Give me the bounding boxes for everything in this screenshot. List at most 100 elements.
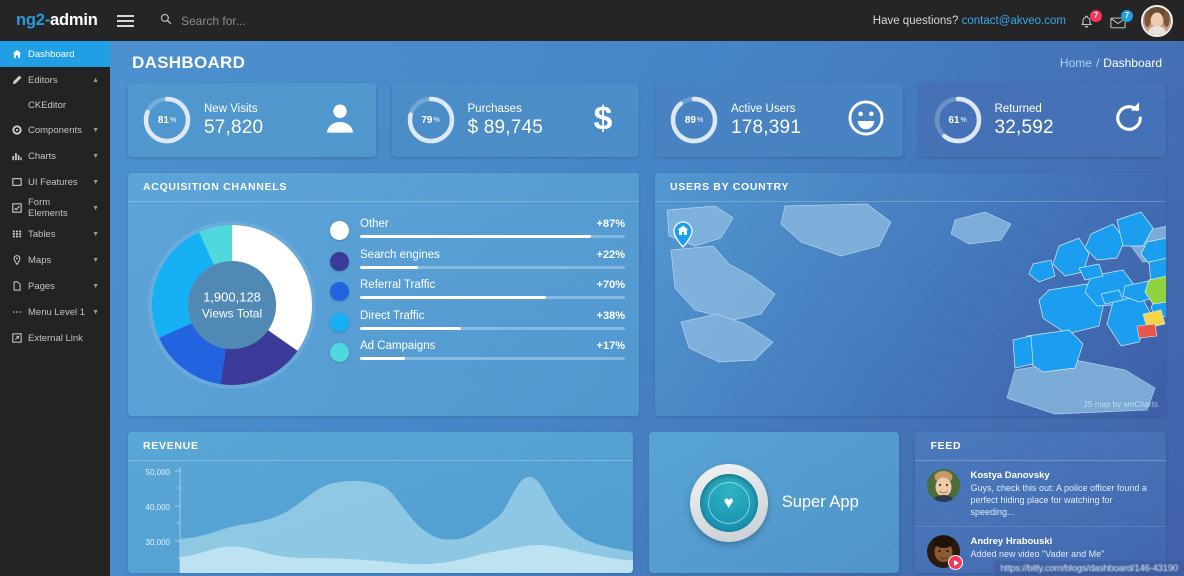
channel-bar-other — [360, 235, 625, 238]
stat-card-new-visits[interactable]: 81% New Visits 57,820 — [128, 83, 376, 157]
channel-row-direct-traffic[interactable]: Direct Traffic +38% — [330, 310, 625, 332]
channel-bar-ad-campaigns — [360, 357, 625, 360]
channel-row-search-engines[interactable]: Search engines +22% — [330, 249, 625, 271]
contact-email-link[interactable]: contact@akveo.com — [962, 15, 1066, 27]
channel-percent-ad-campaigns: +17% — [596, 340, 625, 352]
play-icon[interactable] — [948, 555, 964, 570]
search-input[interactable] — [181, 13, 381, 28]
stat-label-returned: Returned — [994, 102, 1042, 115]
donut-center-label: 1,900,128 Views Total — [202, 289, 262, 322]
percent-number: 79 — [421, 114, 433, 126]
sidebar-item-form-elements[interactable]: Form Elements ▼ — [0, 195, 110, 221]
sidebar-item-maps[interactable]: Maps ▼ — [0, 247, 110, 273]
contact-prompt: Have questions? contact@akveo.com — [873, 15, 1066, 27]
sidebar-label-ui-features: UI Features — [28, 176, 78, 188]
stat-card-active-users[interactable]: 89% Active Users 178,391 — [655, 83, 903, 157]
sidebar-label-components: Components — [28, 124, 82, 136]
sidebar-item-components[interactable]: Components ▼ — [0, 117, 110, 143]
donut-total-value: 1,900,128 — [203, 289, 261, 305]
stat-label-active-users: Active Users — [731, 102, 796, 115]
heart-icon: ♥ — [723, 493, 734, 512]
progress-ring-returned: 61% — [931, 93, 985, 147]
sidebar-subitem-ckeditor[interactable]: CKEditor — [0, 93, 110, 117]
sidebar-item-charts[interactable]: Charts ▼ — [0, 143, 110, 169]
revenue-chart[interactable]: 50,000 40,000 30,000 — [128, 461, 633, 573]
svg-text:$: $ — [594, 100, 613, 136]
avatar — [927, 469, 961, 502]
person-icon — [322, 100, 358, 141]
sidebar-label-external-link: External Link — [28, 332, 83, 344]
channel-row-referral-traffic[interactable]: Referral Traffic +70% — [330, 279, 625, 301]
grid-icon — [12, 229, 28, 239]
chevron-down-icon: ▼ — [92, 230, 99, 238]
donut-total-caption: Views Total — [201, 306, 263, 321]
chevron-down-icon: ▼ — [92, 126, 99, 134]
revenue-panel: REVENUE 50,000 40,000 30,000 — [128, 432, 633, 573]
chevron-down-icon: ▼ — [92, 178, 99, 186]
sidebar-item-tables[interactable]: Tables ▼ — [0, 221, 110, 247]
country-highlight-red — [1136, 323, 1158, 339]
dollar-icon: $ — [585, 99, 621, 141]
percent-number: 81 — [157, 114, 169, 126]
sidebar-label-tables: Tables — [28, 228, 56, 240]
feed-panel-title: FEED — [915, 432, 1166, 461]
breadcrumb-current: Dashboard — [1103, 56, 1162, 70]
channel-dot-search-engines — [330, 251, 349, 271]
stat-percent-new-visits: 81% — [140, 93, 194, 147]
app-logo[interactable]: ng2-admin — [0, 11, 110, 30]
chevron-down-icon: ▼ — [92, 282, 99, 290]
channel-percent-direct-traffic: +38% — [596, 309, 625, 322]
progress-ring-purchases: 79% — [404, 93, 458, 147]
notifications-bell[interactable]: 7 — [1079, 9, 1102, 31]
percent-sign: % — [433, 116, 440, 124]
hamburger-icon[interactable] — [112, 10, 138, 32]
sidebar-item-ui-features[interactable]: UI Features ▼ — [0, 169, 110, 195]
feed-panel: FEED Kostya Danovsky Guys, check this ou… — [915, 432, 1166, 573]
revenue-panel-title: REVENUE — [128, 432, 633, 461]
stat-card-purchases[interactable]: 79% Purchases $ 89,745 $ — [391, 83, 639, 157]
super-app-panel[interactable]: ♥ Super App — [648, 432, 900, 573]
messages-badge: 7 — [1121, 9, 1133, 22]
search-icon — [160, 13, 172, 28]
country-portugal — [1012, 335, 1034, 369]
super-app-button[interactable]: ♥ — [689, 463, 768, 542]
channel-name-other: Other — [360, 218, 389, 230]
sidebar-label-menu-level-1: Menu Level 1 — [28, 306, 86, 318]
stat-percent-purchases: 79% — [404, 93, 458, 147]
panels-row-middle: ACQUISITION CHANNELS 1,900,128 Views Tot… — [110, 157, 1184, 416]
sidebar-label-pages: Pages — [28, 280, 55, 292]
sidebar-item-menu-level-1[interactable]: Menu Level 1 ▼ — [0, 299, 110, 325]
sidebar: Dashboard Editors ▲ CKEditor Components … — [0, 41, 110, 576]
feed-item-name: Andrey Hrabouski — [970, 536, 1053, 547]
channel-dot-ad-campaigns — [330, 343, 349, 362]
world-map[interactable]: JS map by amCharts — [655, 202, 1166, 415]
stat-card-returned[interactable]: 61% Returned 32,592 — [918, 83, 1166, 157]
channel-dot-referral-traffic — [330, 282, 349, 301]
chevron-down-icon: ▼ — [92, 256, 99, 264]
stat-value-returned: 32,592 — [994, 116, 1054, 138]
channel-row-other[interactable]: Other +87% — [330, 218, 625, 240]
map-panel-title: USERS BY COUNTRY — [655, 173, 1166, 202]
feed-item-message: Added new video "Vader and Me" — [970, 549, 1105, 559]
notifications-badge: 7 — [1090, 9, 1102, 22]
breadcrumb-separator: / — [1095, 56, 1100, 70]
progress-ring-active-users: 89% — [667, 93, 721, 147]
acquisition-channels-panel: ACQUISITION CHANNELS 1,900,128 Views Tot… — [128, 173, 639, 416]
sidebar-label-form-elements: Form Elements — [28, 197, 68, 219]
super-app-label: Super App — [781, 493, 859, 511]
percent-number: 61 — [948, 114, 960, 126]
stat-percent-returned: 61% — [931, 93, 985, 147]
feed-item[interactable]: Kostya Danovsky Guys, check this out: A … — [915, 461, 1166, 527]
page-header: DASHBOARD Home / Dashboard — [110, 41, 1184, 83]
channel-row-ad-campaigns[interactable]: Ad Campaigns +17% — [330, 340, 625, 362]
search-box[interactable] — [160, 13, 873, 28]
user-avatar[interactable] — [1141, 4, 1173, 37]
sidebar-item-external-link[interactable]: External Link — [0, 325, 110, 351]
channel-bar-direct-traffic — [360, 326, 625, 330]
sidebar-item-pages[interactable]: Pages ▼ — [0, 273, 110, 299]
messages-envelope[interactable]: 7 — [1110, 9, 1133, 31]
sidebar-item-editors[interactable]: Editors ▲ — [0, 67, 110, 93]
sidebar-item-dashboard[interactable]: Dashboard — [0, 41, 110, 67]
bar-chart-icon — [12, 151, 28, 161]
breadcrumb-home[interactable]: Home — [1060, 56, 1092, 70]
